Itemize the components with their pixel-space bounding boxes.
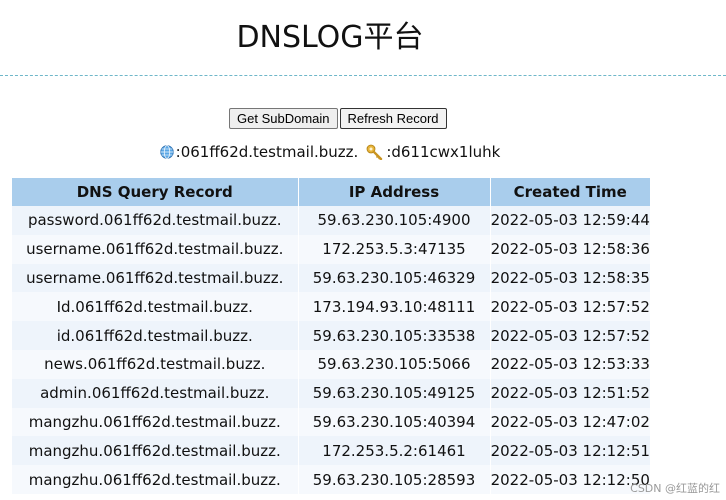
dns-query-cell: mangzhu.061ff62d.testmail.buzz. bbox=[12, 465, 299, 494]
dns-query-cell: Id.061ff62d.testmail.buzz. bbox=[12, 292, 299, 322]
ip-address-cell: 172.253.5.2:61461 bbox=[298, 436, 491, 466]
table-row: username.061ff62d.testmail.buzz. 172.253… bbox=[12, 234, 650, 264]
ip-address-cell: 172.253.5.3:47135 bbox=[298, 234, 491, 264]
column-header-dns-query: DNS Query Record bbox=[12, 178, 299, 206]
created-time-cell: 2022-05-03 12:58:36 bbox=[490, 240, 650, 259]
token-value: :d611cwx1luhk bbox=[386, 143, 501, 161]
ip-address-cell: 173.194.93.10:48111 bbox=[298, 292, 491, 322]
created-time-cell: 2022-05-03 12:57:52 bbox=[490, 297, 650, 316]
ip-address-cell: 59.63.230.105:46329 bbox=[298, 263, 491, 293]
ip-address-cell: 59.63.230.105:49125 bbox=[298, 378, 491, 408]
table-row: news.061ff62d.testmail.buzz. 59.63.230.1… bbox=[12, 349, 650, 379]
ip-address-cell: 59.63.230.105:4900 bbox=[298, 206, 491, 235]
globe-icon bbox=[159, 145, 174, 159]
token-info: :d611cwx1luhk bbox=[366, 143, 500, 161]
ip-address-cell: 59.63.230.105:33538 bbox=[298, 321, 491, 350]
table-row: mangzhu.061ff62d.testmail.buzz. 59.63.23… bbox=[12, 407, 650, 437]
table-row: mangzhu.061ff62d.testmail.buzz. 172.253.… bbox=[12, 436, 650, 466]
page: DNSLOG平台 Get SubDomain Refresh Record :0… bbox=[0, 0, 726, 500]
dns-query-cell: mangzhu.061ff62d.testmail.buzz. bbox=[12, 407, 299, 437]
dns-query-cell: admin.061ff62d.testmail.buzz. bbox=[12, 378, 299, 408]
ip-address-cell: 59.63.230.105:28593 bbox=[298, 465, 491, 494]
column-header-created-time: Created Time bbox=[490, 178, 650, 206]
records-table-container: DNS Query Record IP Address Created Time… bbox=[12, 178, 650, 494]
table-row: admin.061ff62d.testmail.buzz. 59.63.230.… bbox=[12, 378, 650, 408]
created-time-cell: 2022-05-03 12:59:44 bbox=[490, 211, 650, 230]
dns-query-cell: password.061ff62d.testmail.buzz. bbox=[12, 206, 299, 235]
get-subdomain-button[interactable]: Get SubDomain bbox=[229, 108, 338, 129]
created-time-cell: 2022-05-03 12:12:51 bbox=[490, 441, 650, 460]
table-row: password.061ff62d.testmail.buzz. 59.63.2… bbox=[12, 206, 650, 235]
subdomain-info: :061ff62d.testmail.buzz. bbox=[159, 143, 359, 161]
dns-query-cell: username.061ff62d.testmail.buzz. bbox=[12, 234, 299, 264]
refresh-record-button[interactable]: Refresh Record bbox=[339, 108, 447, 129]
table-row: id.061ff62d.testmail.buzz. 59.63.230.105… bbox=[12, 321, 650, 350]
created-time-cell: 2022-05-03 12:58:35 bbox=[490, 268, 650, 287]
divider bbox=[0, 75, 726, 76]
button-row: Get SubDomain Refresh Record bbox=[229, 108, 447, 129]
records-table: DNS Query Record IP Address Created Time… bbox=[12, 178, 650, 494]
dns-query-cell: news.061ff62d.testmail.buzz. bbox=[12, 349, 299, 379]
created-time-cell: 2022-05-03 12:57:52 bbox=[490, 326, 650, 345]
dns-query-cell: id.061ff62d.testmail.buzz. bbox=[12, 321, 299, 350]
table-row: Id.061ff62d.testmail.buzz. 173.194.93.10… bbox=[12, 292, 650, 322]
dns-query-cell: mangzhu.061ff62d.testmail.buzz. bbox=[12, 436, 299, 466]
subdomain-value: :061ff62d.testmail.buzz. bbox=[175, 143, 359, 161]
table-row: mangzhu.061ff62d.testmail.buzz. 59.63.23… bbox=[12, 465, 650, 494]
page-title: DNSLOG平台 bbox=[236, 20, 424, 55]
column-header-ip-address: IP Address bbox=[298, 178, 491, 206]
table-header-row: DNS Query Record IP Address Created Time bbox=[12, 178, 650, 206]
ip-address-cell: 59.63.230.105:5066 bbox=[298, 349, 491, 379]
created-time-cell: 2022-05-03 12:51:52 bbox=[490, 384, 650, 403]
ip-address-cell: 59.63.230.105:40394 bbox=[298, 407, 491, 437]
info-row: :061ff62d.testmail.buzz. :d611cwx1luhk bbox=[0, 143, 660, 161]
dns-query-cell: username.061ff62d.testmail.buzz. bbox=[12, 263, 299, 293]
created-time-cell: 2022-05-03 12:47:02 bbox=[490, 412, 650, 431]
key-icon bbox=[366, 144, 384, 161]
created-time-cell: 2022-05-03 12:53:33 bbox=[490, 355, 650, 374]
created-time-cell: 2022-05-03 12:12:50 bbox=[490, 470, 650, 489]
table-row: username.061ff62d.testmail.buzz. 59.63.2… bbox=[12, 263, 650, 293]
watermark: CSDN @红蓝的红 bbox=[630, 482, 720, 495]
